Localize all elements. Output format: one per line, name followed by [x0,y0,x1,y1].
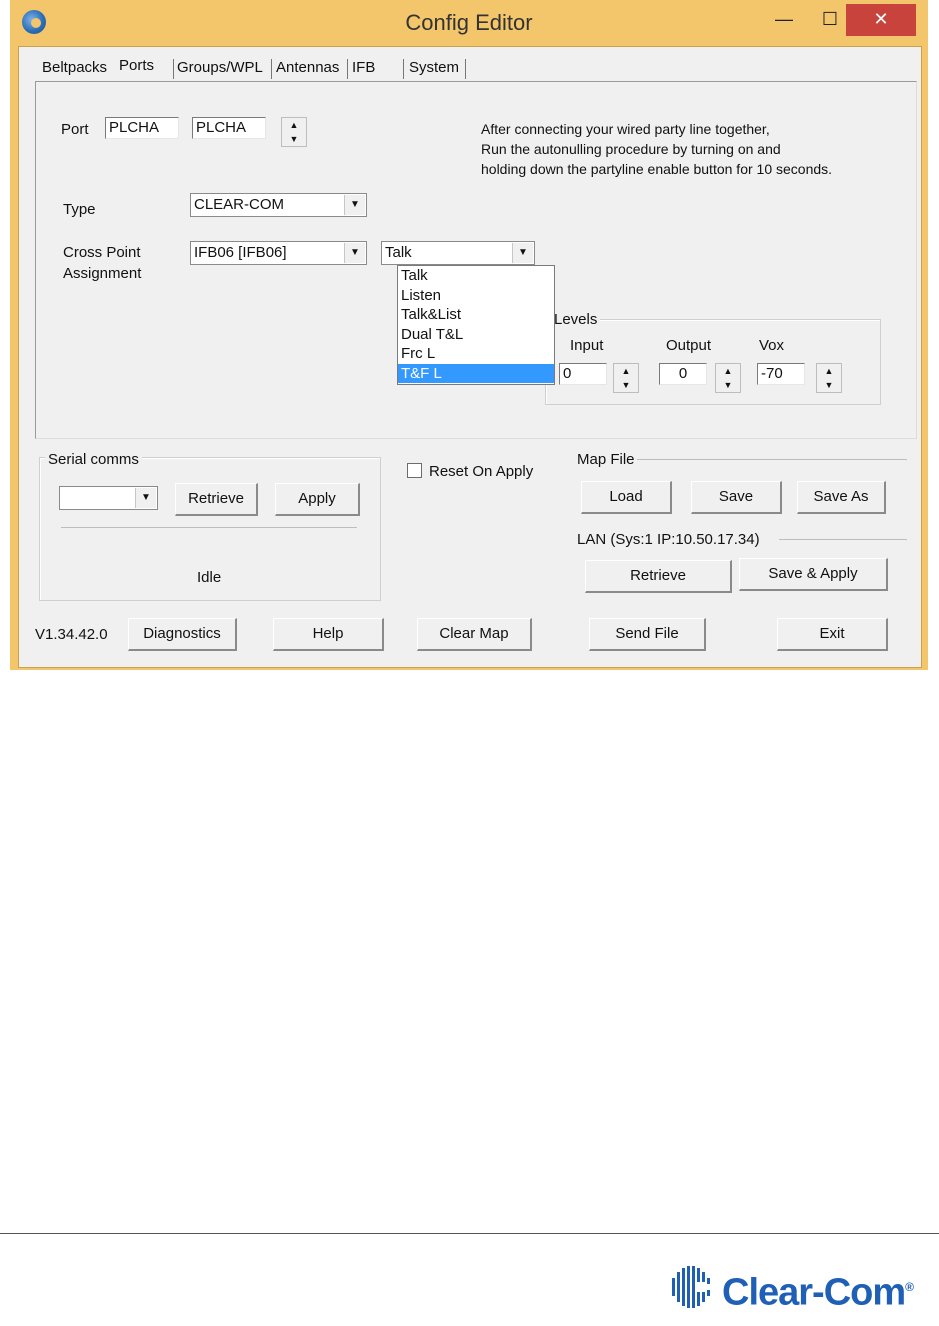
cross-point-label-line-1: Cross Point [63,244,141,261]
maximize-button[interactable]: ☐ [810,4,850,36]
dropdown-option-talk-list[interactable]: Talk&List [398,305,554,325]
tab-system[interactable]: System [409,59,459,76]
spin-down-icon[interactable]: ▼ [282,132,306,146]
output-level-spinner[interactable]: ▲ ▼ [715,363,741,393]
input-level-spinner[interactable]: ▲ ▼ [613,363,639,393]
clear-com-logo-text: Clear-Com® [722,1271,914,1314]
input-level-label: Input [570,337,604,354]
spin-down-icon[interactable]: ▼ [614,378,638,392]
map-file-divider [637,459,907,460]
type-select[interactable]: CLEAR-COM ▼ [190,193,367,217]
port-spinner[interactable]: ▲ ▼ [281,117,307,147]
output-level-field[interactable]: 0 [659,363,707,385]
type-select-value: CLEAR-COM [194,196,285,213]
spin-up-icon[interactable]: ▲ [282,118,306,132]
cross-point-select-value: IFB06 [IFB06] [194,244,287,261]
spin-up-icon[interactable]: ▲ [614,364,638,378]
input-level-field[interactable]: 0 [559,363,607,385]
tab-antennas[interactable]: Antennas [276,59,339,76]
port-label: Port [61,121,89,138]
title-bar[interactable]: Config Editor — ☐ ✕ [10,0,928,46]
spin-down-icon[interactable]: ▼ [817,378,841,392]
info-text-line-1: After connecting your wired party line t… [481,121,770,137]
clear-map-button[interactable]: Clear Map [417,618,532,651]
tab-separator [271,59,272,79]
clear-com-logo: Clear-Com® [668,1262,928,1314]
cross-point-mode-select[interactable]: Talk ▼ [381,241,535,265]
cross-point-mode-value: Talk [385,244,412,261]
cross-point-mode-dropdown-list: Talk Listen Talk&List Dual T&L Frc L T&F… [397,265,555,385]
map-file-title: Map File [577,451,635,468]
reset-on-apply-checkbox[interactable] [407,463,422,478]
vox-level-spinner[interactable]: ▲ ▼ [816,363,842,393]
tab-separator [173,59,174,79]
lan-save-apply-button[interactable]: Save & Apply [739,558,888,591]
cross-point-label-line-2: Assignment [63,265,142,282]
dropdown-option-frc-l[interactable]: Frc L [398,344,554,364]
levels-group-title: Levels [551,311,601,328]
page-footer-rule [0,1233,939,1234]
tab-separator [465,59,466,79]
tab-separator [347,59,348,79]
version-text: V1.34.42.0 [35,626,108,643]
dropdown-option-dual-tl[interactable]: Dual T&L [398,325,554,345]
lan-title: LAN (Sys:1 IP:10.50.17.34) [577,531,760,548]
tab-beltpacks[interactable]: Beltpacks [42,59,107,76]
diagnostics-button[interactable]: Diagnostics [128,618,237,651]
divider [61,527,357,528]
port-field-1[interactable]: PLCHA [105,117,179,139]
spin-down-icon[interactable]: ▼ [716,378,740,392]
map-load-button[interactable]: Load [581,481,672,514]
vox-level-field[interactable]: -70 [757,363,805,385]
serial-apply-button[interactable]: Apply [275,483,360,516]
client-area: Beltpacks Ports Groups/WPL Antennas IFB … [18,46,922,668]
spin-up-icon[interactable]: ▲ [716,364,740,378]
dropdown-option-tf-l[interactable]: T&F L [398,363,554,383]
tab-ports[interactable]: Ports [119,57,154,74]
help-button[interactable]: Help [273,618,384,651]
reset-on-apply-label: Reset On Apply [429,463,534,480]
chevron-down-icon[interactable]: ▼ [344,195,365,215]
minimize-button[interactable]: — [764,4,804,36]
map-save-button[interactable]: Save [691,481,782,514]
type-label: Type [63,201,96,218]
send-file-button[interactable]: Send File [589,618,706,651]
config-editor-window: Config Editor — ☐ ✕ Beltpacks Ports Grou… [10,0,928,670]
info-text-line-2: Run the autonulling procedure by turning… [481,141,781,157]
serial-port-select[interactable]: ▼ [59,486,158,510]
tab-groups-wpl[interactable]: Groups/WPL [177,59,263,76]
serial-status-text: Idle [197,569,222,586]
tab-ifb[interactable]: IFB [352,59,375,76]
chevron-down-icon[interactable]: ▼ [512,243,533,263]
output-level-label: Output [666,337,712,354]
close-button[interactable]: ✕ [846,4,916,36]
cross-point-select[interactable]: IFB06 [IFB06] ▼ [190,241,367,265]
chevron-down-icon[interactable]: ▼ [135,488,156,508]
map-save-as-button[interactable]: Save As [797,481,886,514]
clear-com-logo-icon [672,1266,710,1308]
chevron-down-icon[interactable]: ▼ [344,243,365,263]
tab-separator [403,59,404,79]
lan-retrieve-button[interactable]: Retrieve [585,560,732,593]
dropdown-option-talk[interactable]: Talk [398,266,554,286]
spin-up-icon[interactable]: ▲ [817,364,841,378]
vox-level-label: Vox [759,337,785,354]
info-text-line-3: holding down the partyline enable button… [481,161,833,177]
port-field-2[interactable]: PLCHA [192,117,266,139]
dropdown-option-listen[interactable]: Listen [398,286,554,306]
serial-retrieve-button[interactable]: Retrieve [175,483,258,516]
serial-comms-group-title: Serial comms [45,451,142,468]
exit-button[interactable]: Exit [777,618,888,651]
lan-divider [779,539,907,540]
